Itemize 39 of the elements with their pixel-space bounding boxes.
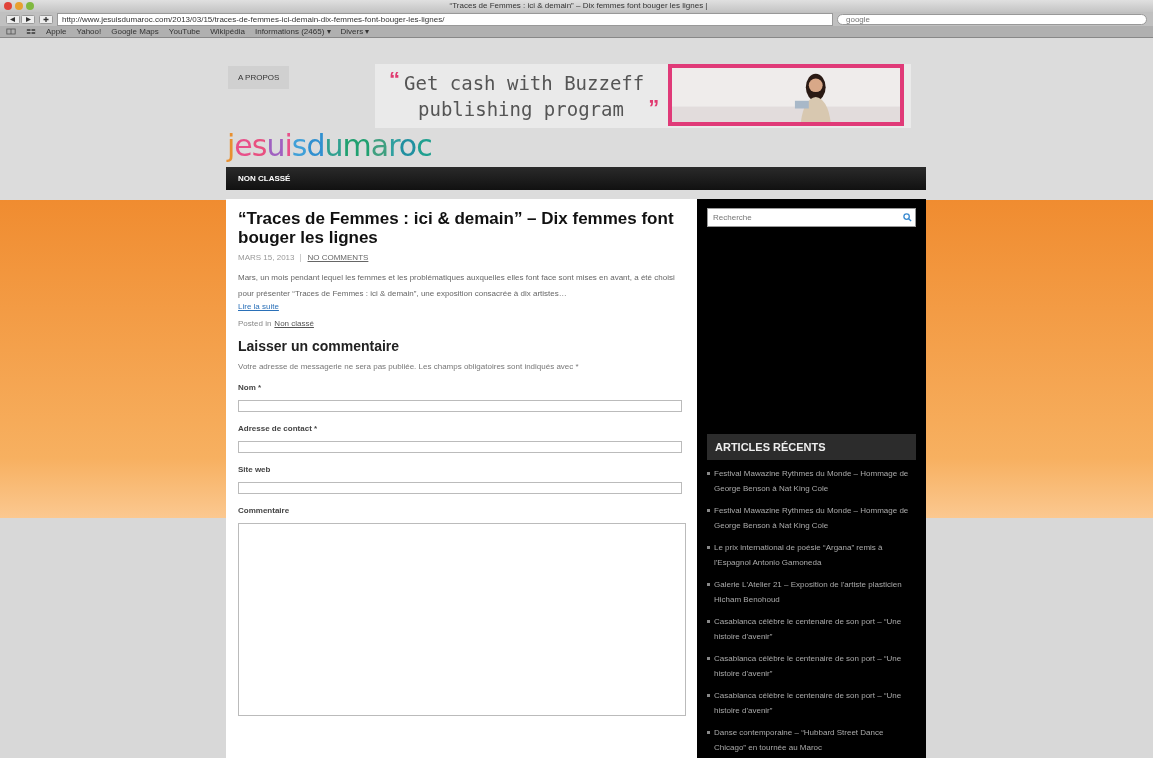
- bookmark-link[interactable]: Informations (2465) ▾: [254, 27, 331, 36]
- comments-link[interactable]: NO COMMENTS: [307, 253, 369, 262]
- field-label: Adresse de contact *: [238, 424, 318, 433]
- field-label: Commentaire: [238, 506, 290, 515]
- article-link[interactable]: Casablanca célèbre le centenaire de son port – “Une histoire d'avenir”: [714, 688, 916, 718]
- article-link[interactable]: Le prix international de poésie “Argana” remis à l'Espagnol Antonio Gamoneda: [714, 540, 916, 570]
- bookmark-link[interactable]: YouTube: [168, 27, 201, 36]
- quote-mark: ”: [648, 98, 660, 118]
- bookmark-link[interactable]: Google Maps: [111, 27, 159, 36]
- search-field[interactable]: Recherche: [707, 208, 916, 227]
- address-field[interactable]: http://www.jesuisdumaroc.com/2013/03/15/traces-de-femmes-ici-demain-dix-femmes-font-bouger-les-lignes/: [57, 12, 833, 26]
- bookmark-link[interactable]: Wikipédia: [210, 27, 245, 36]
- quote-mark: “: [389, 70, 400, 90]
- article-link[interactable]: Festival Mawazine Rythmes du Monde – Hommage de George Benson à Nat King Cole: [714, 466, 916, 496]
- article-link[interactable]: Casablanca célèbre le centenaire de son port – “Une histoire d'avenir”: [714, 614, 916, 644]
- post-date: MARS 15, 2013: [238, 253, 295, 262]
- article-link[interactable]: Casablanca célèbre le centenaire de son port – “Une histoire d'avenir”: [714, 651, 916, 681]
- window-title: “Traces de Femmes : ici & demain” – Dix femmes font bouger les lignes |: [449, 0, 708, 12]
- bookmark-link[interactable]: Divers ▾: [340, 27, 370, 36]
- category-link[interactable]: Non classé: [274, 319, 314, 328]
- post-title[interactable]: “Traces de Femmes : ici & demain” – Dix femmes font bouger les lignes: [238, 209, 685, 247]
- article-link[interactable]: Festival Mawazine Rythmes du Monde – Hommage de George Benson à Nat King Cole: [714, 503, 916, 533]
- read-more-link[interactable]: Lire la suite: [238, 302, 279, 311]
- about-link[interactable]: A PROPOS: [228, 66, 290, 89]
- ad-text: publishing program: [417, 97, 625, 122]
- widget-heading: ARTICLES RÉCENTS: [707, 434, 916, 460]
- nav-link[interactable]: NON CLASSÉ: [238, 174, 291, 183]
- comment-heading: Laisser un commentaire: [238, 338, 400, 354]
- article-link[interactable]: Galerie L'Atelier 21 – Exposition de l'artiste plasticien Hicham Benohoud: [714, 577, 916, 607]
- article-link[interactable]: Danse contemporaine – “Hubbard Street Dance Chicago” en tournée au Maroc: [714, 725, 916, 755]
- field-label: Site web: [238, 465, 271, 474]
- bookmark-link[interactable]: Apple: [46, 27, 67, 36]
- ad-text: Get cash with Buzzeff: [404, 71, 645, 96]
- field-label: Nom *: [238, 383, 262, 392]
- bookmark-link[interactable]: Yahoo!: [76, 27, 102, 36]
- search-field[interactable]: google: [837, 13, 1147, 25]
- posted-in-label: Posted in: [238, 319, 272, 328]
- post-excerpt: Mars, un mois pendant lequel les femmes et les problématiques auxquelles elles font face sont mises en avant, a été choisi pour présenter “Traces de Femmes : ici & demain”, une exposition consacrée à dix artistes…: [238, 272, 676, 300]
- form-note: Votre adresse de messagerie ne sera pas publiée. Les champs obligatoires sont indiqués avec *: [238, 362, 579, 371]
